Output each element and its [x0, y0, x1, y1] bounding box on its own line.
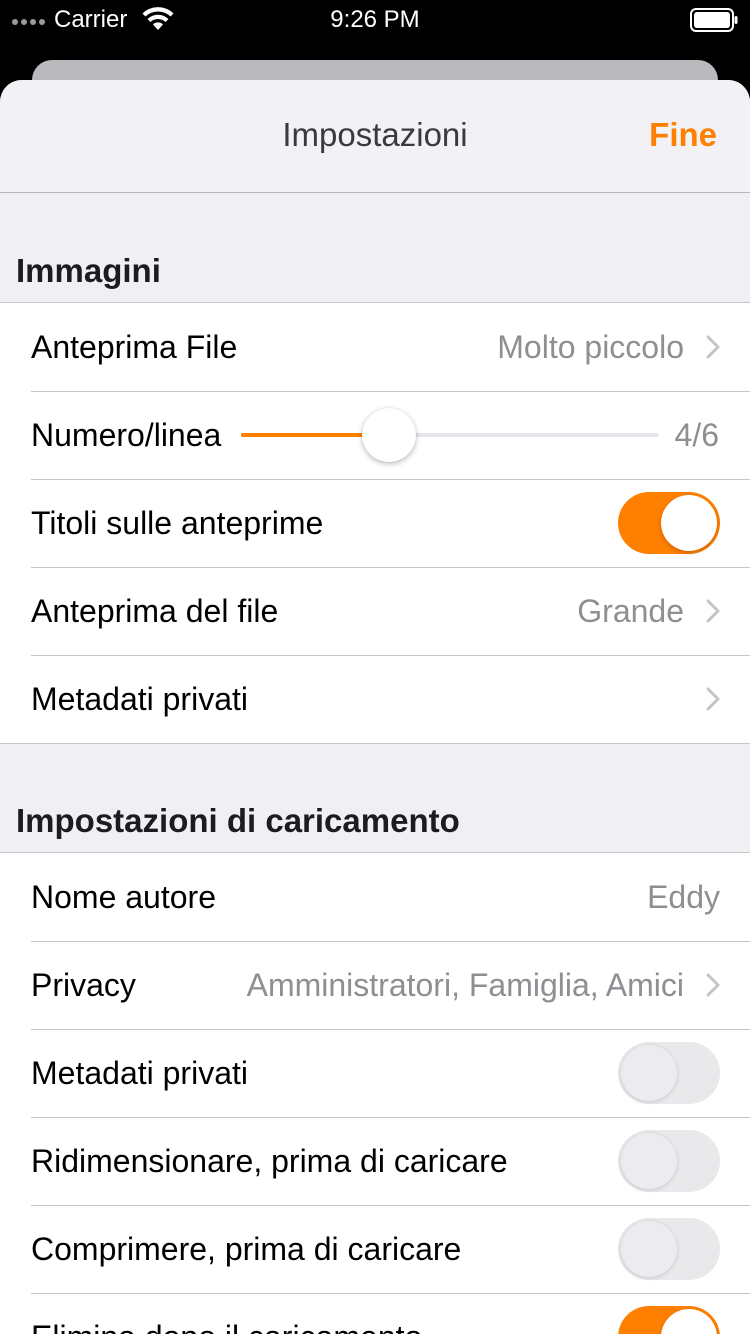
- toggle-knob: [661, 1309, 717, 1334]
- author-name-field[interactable]: Eddy: [647, 879, 720, 916]
- section-title: Immagini: [16, 252, 161, 289]
- status-bar: Carrier 9:26 PM: [0, 0, 750, 40]
- resize-toggle[interactable]: [618, 1130, 720, 1192]
- row-value: Molto piccolo: [497, 328, 684, 365]
- strip-metadata-row: Metadati privati: [0, 1029, 750, 1117]
- slider-value: 4/6: [674, 416, 719, 453]
- privacy-row[interactable]: Privacy Amministratori, Famiglia, Amici: [0, 941, 750, 1029]
- row-label: Metadati privati: [31, 1054, 248, 1091]
- chevron-right-icon: [706, 687, 720, 711]
- status-time: 9:26 PM: [330, 6, 420, 33]
- navigation-bar: Impostazioni Fine: [0, 80, 750, 193]
- titles-on-previews-toggle[interactable]: [618, 492, 720, 554]
- row-label: Titoli sulle anteprime: [31, 504, 324, 541]
- file-preview-size-row[interactable]: Anteprima del file Grande: [0, 567, 750, 655]
- images-settings-group: Anteprima File Molto piccolo Numero/line…: [0, 302, 750, 744]
- per-line-row: Numero/linea 4/6: [0, 391, 750, 479]
- row-label: Metadati privati: [31, 680, 248, 717]
- slider-thumb[interactable]: [361, 408, 416, 462]
- toggle-knob: [661, 495, 717, 551]
- row-label: Ridimensionare, prima di caricare: [31, 1142, 508, 1179]
- done-button[interactable]: Fine: [649, 116, 717, 154]
- private-metadata-row[interactable]: Metadati privati: [0, 655, 750, 743]
- chevron-right-icon: [706, 599, 720, 623]
- compress-toggle[interactable]: [618, 1218, 720, 1280]
- chevron-right-icon: [706, 335, 720, 359]
- per-line-slider[interactable]: [241, 405, 659, 465]
- section-header-upload: Impostazioni di caricamento: [0, 744, 750, 852]
- compress-row: Comprimere, prima di caricare: [0, 1205, 750, 1293]
- file-preview-row[interactable]: Anteprima File Molto piccolo: [0, 303, 750, 391]
- row-label: Comprimere, prima di caricare: [31, 1230, 462, 1267]
- row-label: Numero/linea: [31, 416, 222, 453]
- row-label: Privacy: [31, 966, 136, 1003]
- author-name-row[interactable]: Nome autore Eddy: [0, 853, 750, 941]
- resize-row: Ridimensionare, prima di caricare: [0, 1117, 750, 1205]
- section-title: Impostazioni di caricamento: [16, 802, 460, 839]
- toggle-knob: [621, 1221, 677, 1277]
- page-title: Impostazioni: [282, 116, 468, 153]
- delete-after-upload-row: Elimina dopo il caricamento: [0, 1293, 750, 1334]
- toggle-knob: [621, 1133, 677, 1189]
- section-header-images: Immagini: [0, 193, 750, 302]
- toggle-knob: [621, 1045, 677, 1101]
- row-value: Grande: [577, 592, 684, 629]
- delete-after-upload-toggle[interactable]: [618, 1306, 720, 1334]
- row-label: Anteprima del file: [31, 592, 279, 629]
- battery-icon: [690, 8, 738, 32]
- upload-settings-group: Nome autore Eddy Privacy Amministratori,…: [0, 852, 750, 1334]
- titles-on-previews-row: Titoli sulle anteprime: [0, 479, 750, 567]
- row-value: Amministratori, Famiglia, Amici: [246, 966, 684, 1003]
- settings-sheet: Impostazioni Fine Immagini Anteprima Fil…: [0, 80, 750, 1334]
- strip-metadata-toggle[interactable]: [618, 1042, 720, 1104]
- row-label: Elimina dopo il caricamento: [31, 1319, 422, 1334]
- chevron-right-icon: [706, 973, 720, 997]
- row-label: Nome autore: [31, 878, 216, 915]
- row-label: Anteprima File: [31, 328, 238, 365]
